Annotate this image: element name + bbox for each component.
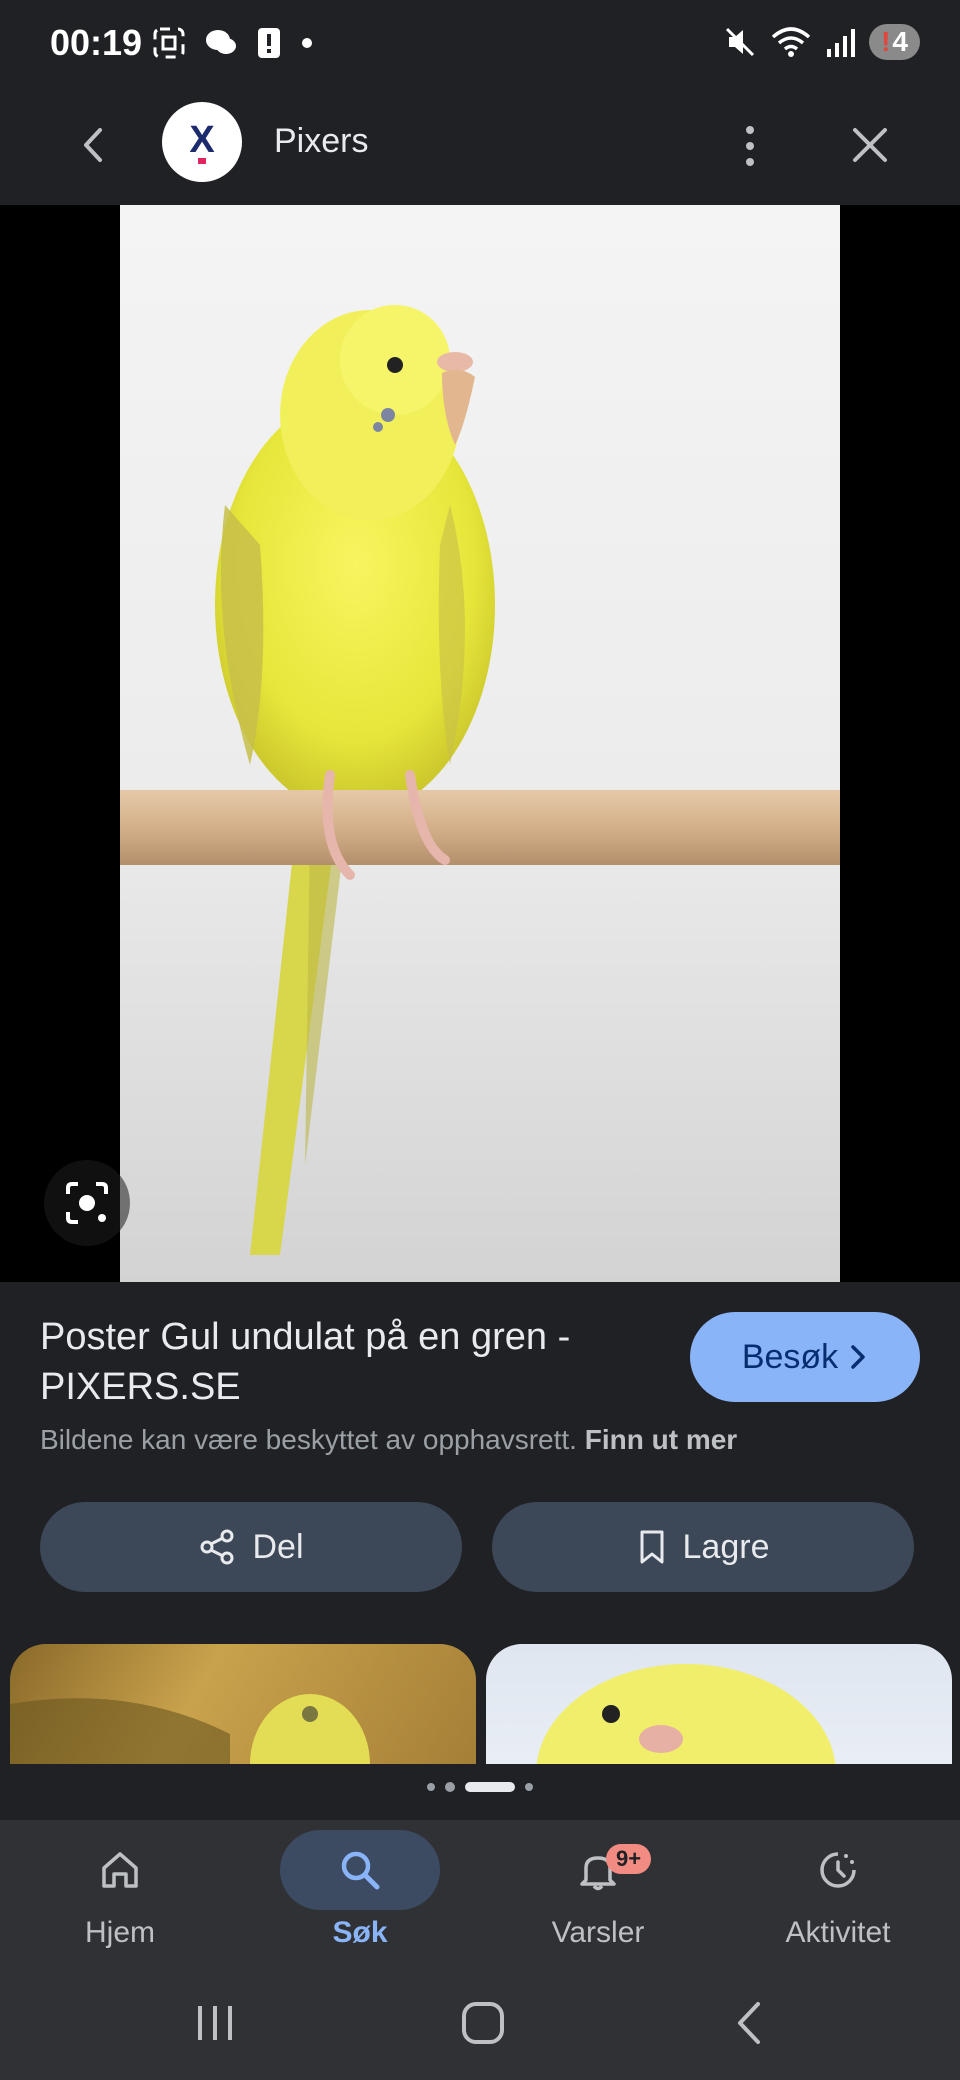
svg-text:X: X [189, 119, 215, 161]
nav-label-notifications: Varsler [551, 1916, 645, 1949]
dot-icon [302, 38, 312, 48]
status-icons-left [152, 26, 314, 60]
app-bar: X Pixers [0, 90, 960, 205]
alert-icon [258, 28, 280, 58]
result-info: Poster Gul undulat på en gren - PIXERS.S… [0, 1282, 960, 1820]
bottom-navigation: Hjem Søk 9+ Varsler Aktivitet [0, 1820, 960, 1970]
search-icon [341, 1851, 380, 1890]
visit-button[interactable]: Besøk [690, 1312, 920, 1402]
share-label: Del [252, 1527, 304, 1566]
lens-button[interactable] [44, 1160, 130, 1246]
pager-dot [525, 1783, 533, 1791]
camera-lens-icon [66, 1182, 108, 1224]
bookmark-icon [640, 1530, 664, 1564]
more-vert-icon[interactable] [730, 116, 770, 176]
save-label: Lagre [682, 1527, 770, 1566]
budgie-thumbnail-image [536, 1664, 836, 1764]
back-arrow-icon[interactable] [70, 120, 120, 170]
nav-item-home[interactable]: Hjem [20, 1830, 220, 1960]
status-bar: 00:19 !4 [0, 0, 960, 90]
nav-item-activity[interactable]: Aktivitet [738, 1830, 938, 1960]
pager-dot-active [465, 1782, 515, 1792]
notification-badge: !4 [869, 24, 920, 60]
site-title: Pixers [274, 122, 369, 160]
related-image-thumbnail[interactable] [486, 1644, 952, 1764]
mute-icon [726, 27, 755, 57]
nav-item-notifications[interactable]: 9+ Varsler [498, 1830, 698, 1960]
wifi-icon [771, 27, 811, 57]
nav-label-activity: Aktivitet [785, 1916, 891, 1949]
activity-icon [820, 1852, 856, 1888]
close-icon[interactable] [845, 120, 895, 170]
nav-label-search: Søk [332, 1916, 388, 1949]
budgie-illustration [120, 305, 840, 1255]
nav-label-home: Hjem [84, 1916, 155, 1949]
screenshot-icon [153, 27, 185, 59]
nav-item-search[interactable]: Søk [260, 1830, 460, 1960]
system-navigation-bar [0, 1970, 960, 2080]
system-back-icon[interactable] [730, 1998, 770, 2048]
image-viewer[interactable] [0, 205, 960, 1282]
signal-icon [827, 29, 856, 57]
share-icon [200, 1529, 234, 1565]
home-button-icon[interactable] [458, 1998, 508, 2048]
budgie-thumbnail-image [10, 1694, 370, 1764]
copyright-text: Bildene kan være beskyttet av opphavsret… [40, 1424, 577, 1455]
learn-more-link[interactable]: Finn ut mer [585, 1424, 737, 1455]
home-icon [102, 1852, 138, 1888]
site-logo: X [162, 102, 242, 182]
visit-label: Besøk [741, 1337, 839, 1376]
pager-dot [427, 1783, 435, 1791]
chevron-right-icon [851, 1345, 865, 1369]
result-title[interactable]: Poster Gul undulat på en gren - PIXERS.S… [40, 1312, 660, 1412]
recent-apps-icon[interactable] [190, 2000, 240, 2046]
pager-dots [0, 1782, 960, 1792]
pager-dot [445, 1782, 455, 1792]
notification-count-badge: 9+ [606, 1844, 652, 1874]
related-image-thumbnail[interactable] [10, 1644, 476, 1764]
result-image[interactable] [120, 205, 840, 1282]
status-icons-right: !4 [723, 24, 920, 60]
copyright-notice: Bildene kan være beskyttet av opphavsret… [40, 1424, 737, 1456]
status-time: 00:19 [50, 22, 143, 63]
pixers-logo-icon: X [189, 119, 215, 164]
chat-icon [206, 30, 236, 54]
share-button[interactable]: Del [40, 1502, 462, 1592]
save-button[interactable]: Lagre [492, 1502, 914, 1592]
notification-count: 4 [892, 26, 908, 57]
